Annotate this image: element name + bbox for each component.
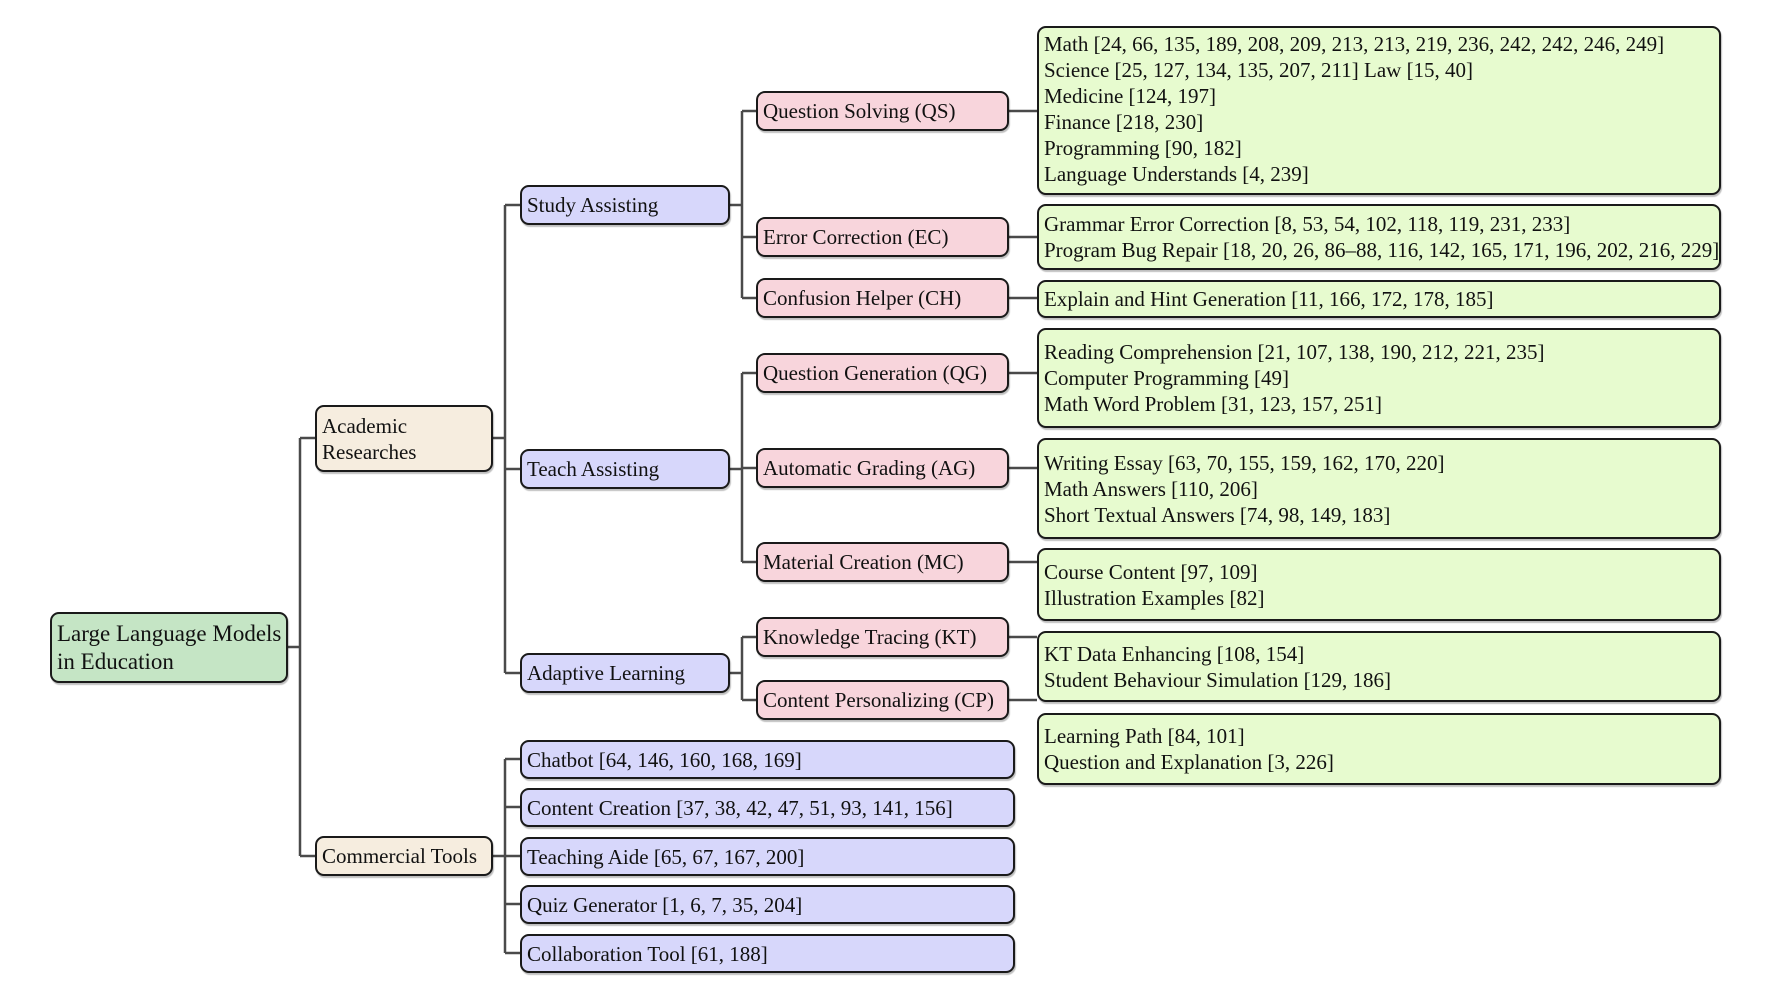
- task-label: Content Personalizing (CP): [763, 688, 994, 712]
- commercial-item: Content Creation [37, 38, 42, 47, 51, 93…: [520, 788, 1015, 827]
- commercial-tools-node: Commercial Tools: [315, 836, 493, 876]
- root-label-line: Large Language Models: [57, 621, 282, 646]
- leaf-item: Math Word Problem [31, 123, 157, 251]: [1044, 392, 1382, 416]
- leaf-item: Grammar Error Correction [8, 53, 54, 102…: [1044, 212, 1571, 236]
- task-material-creation: Material Creation (MC): [756, 542, 1009, 582]
- commercial-item: Quiz Generator [1, 6, 7, 35, 204]: [520, 885, 1015, 924]
- task-automatic-grading: Automatic Grading (AG): [756, 448, 1009, 488]
- leaf-item: Programming [90, 182]: [1044, 136, 1242, 160]
- leaf-item: Math Answers [110, 206]: [1044, 476, 1258, 501]
- commercial-item-label: Collaboration Tool [61, 188]: [527, 941, 768, 966]
- leaf-item: Science [25, 127, 134, 135, 207, 211] La…: [1044, 58, 1474, 82]
- commercial-label: Commercial Tools: [322, 844, 478, 868]
- leaf-item: Course Content [97, 109]: [1044, 559, 1258, 584]
- commercial-item: Collaboration Tool [61, 188]: [520, 934, 1015, 973]
- group-study-assisting: Study Assisting: [520, 185, 730, 225]
- group-adaptive-learning: Adaptive Learning: [520, 653, 730, 693]
- group-label: Teach Assisting: [527, 457, 660, 481]
- leaf-item: Writing Essay [63, 70, 155, 159, 162, 17…: [1044, 450, 1445, 475]
- academic-label-line: Academic: [322, 413, 408, 438]
- group-teach-assisting: Teach Assisting: [520, 449, 730, 489]
- group-label: Adaptive Learning: [527, 661, 686, 685]
- task-content-personalizing: Content Personalizing (CP): [756, 680, 1009, 720]
- commercial-item: Teaching Aide [65, 67, 167, 200]: [520, 837, 1015, 876]
- leaf-item: Medicine [124, 197]: [1044, 84, 1217, 108]
- root-label-line: in Education: [57, 649, 174, 674]
- leaf-item: Short Textual Answers [74, 98, 149, 183]: [1044, 502, 1391, 527]
- leaf-item: Program Bug Repair [18, 20, 26, 86–88, 1…: [1044, 238, 1720, 262]
- task-question-solving: Question Solving (QS): [756, 91, 1009, 131]
- leaf-item: Learning Path [84, 101]: [1044, 724, 1245, 748]
- commercial-item-label: Chatbot [64, 146, 160, 168, 169]: [527, 747, 802, 772]
- task-confusion-helper: Confusion Helper (CH): [756, 278, 1009, 318]
- leaf-item: Language Understands [4, 239]: [1044, 162, 1309, 186]
- commercial-item-label: Content Creation [37, 38, 42, 47, 51, 93…: [527, 795, 953, 820]
- leaf-item: KT Data Enhancing [108, 154]: [1044, 641, 1305, 666]
- academic-researches-node: Academic Researches: [315, 405, 493, 472]
- leaf-item: Illustration Examples [82]: [1044, 585, 1265, 610]
- task-label: Question Generation (QG): [763, 361, 987, 385]
- commercial-item: Chatbot [64, 146, 160, 168, 169]: [520, 740, 1015, 779]
- task-label: Confusion Helper (CH): [763, 286, 962, 310]
- task-knowledge-tracing: Knowledge Tracing (KT): [756, 617, 1009, 657]
- task-error-correction: Error Correction (EC): [756, 217, 1009, 257]
- leaf-error-correction: Grammar Error Correction [8, 53, 54, 102…: [1037, 204, 1721, 270]
- task-label: Material Creation (MC): [763, 550, 964, 574]
- leaf-content-personalizing: Learning Path [84, 101] Question and Exp…: [1037, 713, 1721, 785]
- leaf-item: Finance [218, 230]: [1044, 110, 1204, 134]
- group-label: Study Assisting: [527, 193, 659, 217]
- task-label: Error Correction (EC): [763, 225, 949, 249]
- commercial-item-label: Quiz Generator [1, 6, 7, 35, 204]: [527, 892, 803, 917]
- leaf-item: Computer Programming [49]: [1044, 366, 1289, 390]
- leaf-item: Explain and Hint Generation [11, 166, 17…: [1044, 287, 1494, 311]
- commercial-item-label: Teaching Aide [65, 67, 167, 200]: [527, 844, 805, 869]
- leaf-confusion-helper: Explain and Hint Generation [11, 166, 17…: [1037, 280, 1721, 318]
- task-label: Knowledge Tracing (KT): [763, 625, 977, 649]
- academic-label-line: Researches: [322, 439, 417, 464]
- leaf-item: Reading Comprehension [21, 107, 138, 190…: [1044, 340, 1545, 364]
- leaf-question-solving: Math [24, 66, 135, 189, 208, 209, 213, 2…: [1037, 26, 1721, 195]
- leaf-item: Math [24, 66, 135, 189, 208, 209, 213, 2…: [1044, 32, 1665, 56]
- leaf-item: Student Behaviour Simulation [129, 186]: [1044, 667, 1392, 692]
- leaf-automatic-grading: Writing Essay [63, 70, 155, 159, 162, 17…: [1037, 438, 1721, 539]
- task-label: Question Solving (QS): [763, 99, 956, 123]
- leaf-knowledge-tracing: KT Data Enhancing [108, 154] Student Beh…: [1037, 631, 1721, 702]
- task-label: Automatic Grading (AG): [763, 456, 976, 480]
- task-question-generation: Question Generation (QG): [756, 353, 1009, 393]
- leaf-material-creation: Course Content [97, 109] Illustration Ex…: [1037, 548, 1721, 621]
- leaf-question-generation: Reading Comprehension [21, 107, 138, 190…: [1037, 328, 1721, 428]
- leaf-item: Question and Explanation [3, 226]: [1044, 750, 1334, 774]
- root-node: Large Language Models in Education: [50, 612, 288, 683]
